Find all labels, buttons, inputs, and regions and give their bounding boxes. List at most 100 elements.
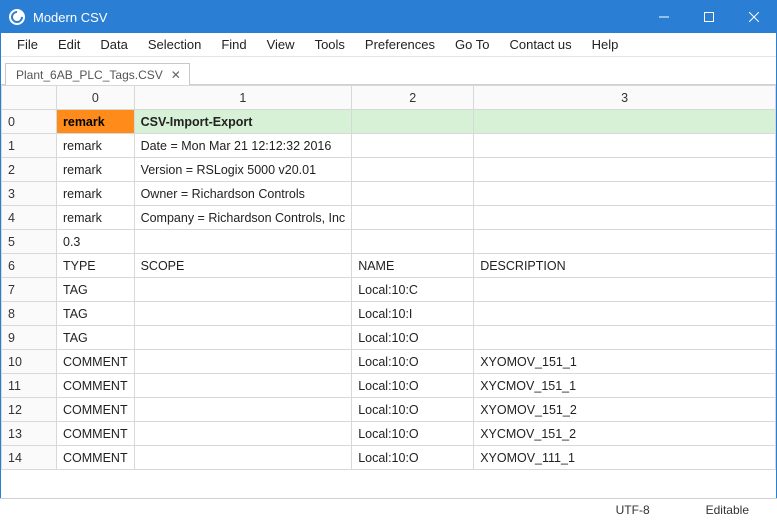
cell[interactable]: TAG [57,278,135,302]
table-row[interactable]: 13COMMENTLocal:10:OXYCMOV_151_2 [2,422,776,446]
cell[interactable] [134,278,352,302]
cell[interactable] [134,398,352,422]
data-grid[interactable]: 0123 0remarkCSV-Import-Export1remarkDate… [1,85,776,470]
cell[interactable] [352,182,474,206]
row-header[interactable]: 6 [2,254,57,278]
table-row[interactable]: 11COMMENTLocal:10:OXYCMOV_151_1 [2,374,776,398]
column-header[interactable]: 2 [352,86,474,110]
cell[interactable] [352,158,474,182]
table-row[interactable]: 10COMMENT Local:10:OXYOMOV_151_1 [2,350,776,374]
cell[interactable]: remark [57,158,135,182]
menu-edit[interactable]: Edit [48,35,90,54]
cell[interactable] [474,206,776,230]
cell[interactable]: XYCMOV_151_2 [474,422,776,446]
table-row[interactable]: 6TYPESCOPENAMEDESCRIPTION [2,254,776,278]
cell[interactable]: DESCRIPTION [474,254,776,278]
cell[interactable] [352,230,474,254]
table-row[interactable]: 3remarkOwner = Richardson Controls [2,182,776,206]
cell[interactable]: TAG [57,302,135,326]
close-button[interactable] [731,1,776,33]
menu-contact-us[interactable]: Contact us [499,35,581,54]
cell[interactable]: remark [57,134,135,158]
cell[interactable] [134,302,352,326]
cell[interactable]: COMMENT [57,446,135,470]
row-header[interactable]: 10 [2,350,57,374]
cell[interactable]: Company = Richardson Controls, Inc [134,206,352,230]
cell[interactable]: Owner = Richardson Controls [134,182,352,206]
cell[interactable] [474,158,776,182]
cell[interactable]: Local:10:O [352,350,474,374]
cell[interactable]: Local:10:O [352,398,474,422]
cell[interactable] [134,446,352,470]
cell[interactable]: XYCMOV_151_1 [474,374,776,398]
cell[interactable] [134,374,352,398]
cell[interactable]: Local:10:O [352,446,474,470]
minimize-button[interactable] [641,1,686,33]
table-row[interactable]: 4remarkCompany = Richardson Controls, In… [2,206,776,230]
menu-view[interactable]: View [257,35,305,54]
cell[interactable]: Local:10:O [352,374,474,398]
cell[interactable]: remark [57,182,135,206]
cell[interactable]: XYOMOV_151_1 [474,350,776,374]
table-row[interactable]: 2remarkVersion = RSLogix 5000 v20.01 [2,158,776,182]
cell[interactable]: CSV-Import-Export [134,110,352,134]
table-row[interactable]: 1remarkDate = Mon Mar 21 12:12:32 2016 [2,134,776,158]
maximize-button[interactable] [686,1,731,33]
file-tab[interactable]: Plant_6AB_PLC_Tags.CSV ✕ [5,63,190,85]
menu-selection[interactable]: Selection [138,35,211,54]
table-row[interactable]: 50.3 [2,230,776,254]
cell[interactable] [474,110,776,134]
cell[interactable] [134,350,352,374]
row-header[interactable]: 5 [2,230,57,254]
cell[interactable]: SCOPE [134,254,352,278]
cell[interactable]: Local:10:O [352,326,474,350]
cell[interactable]: COMMENT [57,350,135,374]
row-header[interactable]: 3 [2,182,57,206]
cell[interactable]: Version = RSLogix 5000 v20.01 [134,158,352,182]
menu-help[interactable]: Help [582,35,629,54]
cell[interactable] [352,206,474,230]
cell[interactable]: Local:10:C [352,278,474,302]
cell[interactable]: NAME [352,254,474,278]
cell[interactable]: TYPE [57,254,135,278]
row-header[interactable]: 11 [2,374,57,398]
table-row[interactable]: 7TAG Local:10:C [2,278,776,302]
menu-preferences[interactable]: Preferences [355,35,445,54]
menu-go-to[interactable]: Go To [445,35,499,54]
row-header[interactable]: 4 [2,206,57,230]
cell[interactable]: Date = Mon Mar 21 12:12:32 2016 [134,134,352,158]
cell[interactable] [134,230,352,254]
table-row[interactable]: 9TAGLocal:10:O [2,326,776,350]
menu-find[interactable]: Find [211,35,256,54]
column-header[interactable]: 3 [474,86,776,110]
cell[interactable]: COMMENT [57,422,135,446]
cell[interactable]: Local:10:O [352,422,474,446]
row-header[interactable]: 2 [2,158,57,182]
menu-tools[interactable]: Tools [305,35,355,54]
row-header[interactable]: 0 [2,110,57,134]
cell[interactable]: Local:10:I [352,302,474,326]
cell[interactable] [474,182,776,206]
cell[interactable] [134,422,352,446]
row-header[interactable]: 12 [2,398,57,422]
row-header[interactable]: 7 [2,278,57,302]
close-tab-icon[interactable]: ✕ [171,68,181,82]
cell[interactable]: 0.3 [57,230,135,254]
menu-file[interactable]: File [7,35,48,54]
cell[interactable]: COMMENT [57,398,135,422]
row-header[interactable]: 14 [2,446,57,470]
cell[interactable] [352,134,474,158]
cell[interactable] [474,230,776,254]
cell[interactable] [474,302,776,326]
cell[interactable] [474,278,776,302]
cell[interactable]: XYOMOV_111_1 [474,446,776,470]
table-row[interactable]: 14COMMENT Local:10:OXYOMOV_111_1 [2,446,776,470]
column-header[interactable]: 0 [57,86,135,110]
cell[interactable]: remark [57,110,135,134]
cell[interactable]: remark [57,206,135,230]
row-header[interactable]: 9 [2,326,57,350]
cell[interactable]: XYOMOV_151_2 [474,398,776,422]
table-row[interactable]: 12COMMENT Local:10:OXYOMOV_151_2 [2,398,776,422]
row-header[interactable]: 8 [2,302,57,326]
menu-data[interactable]: Data [90,35,137,54]
